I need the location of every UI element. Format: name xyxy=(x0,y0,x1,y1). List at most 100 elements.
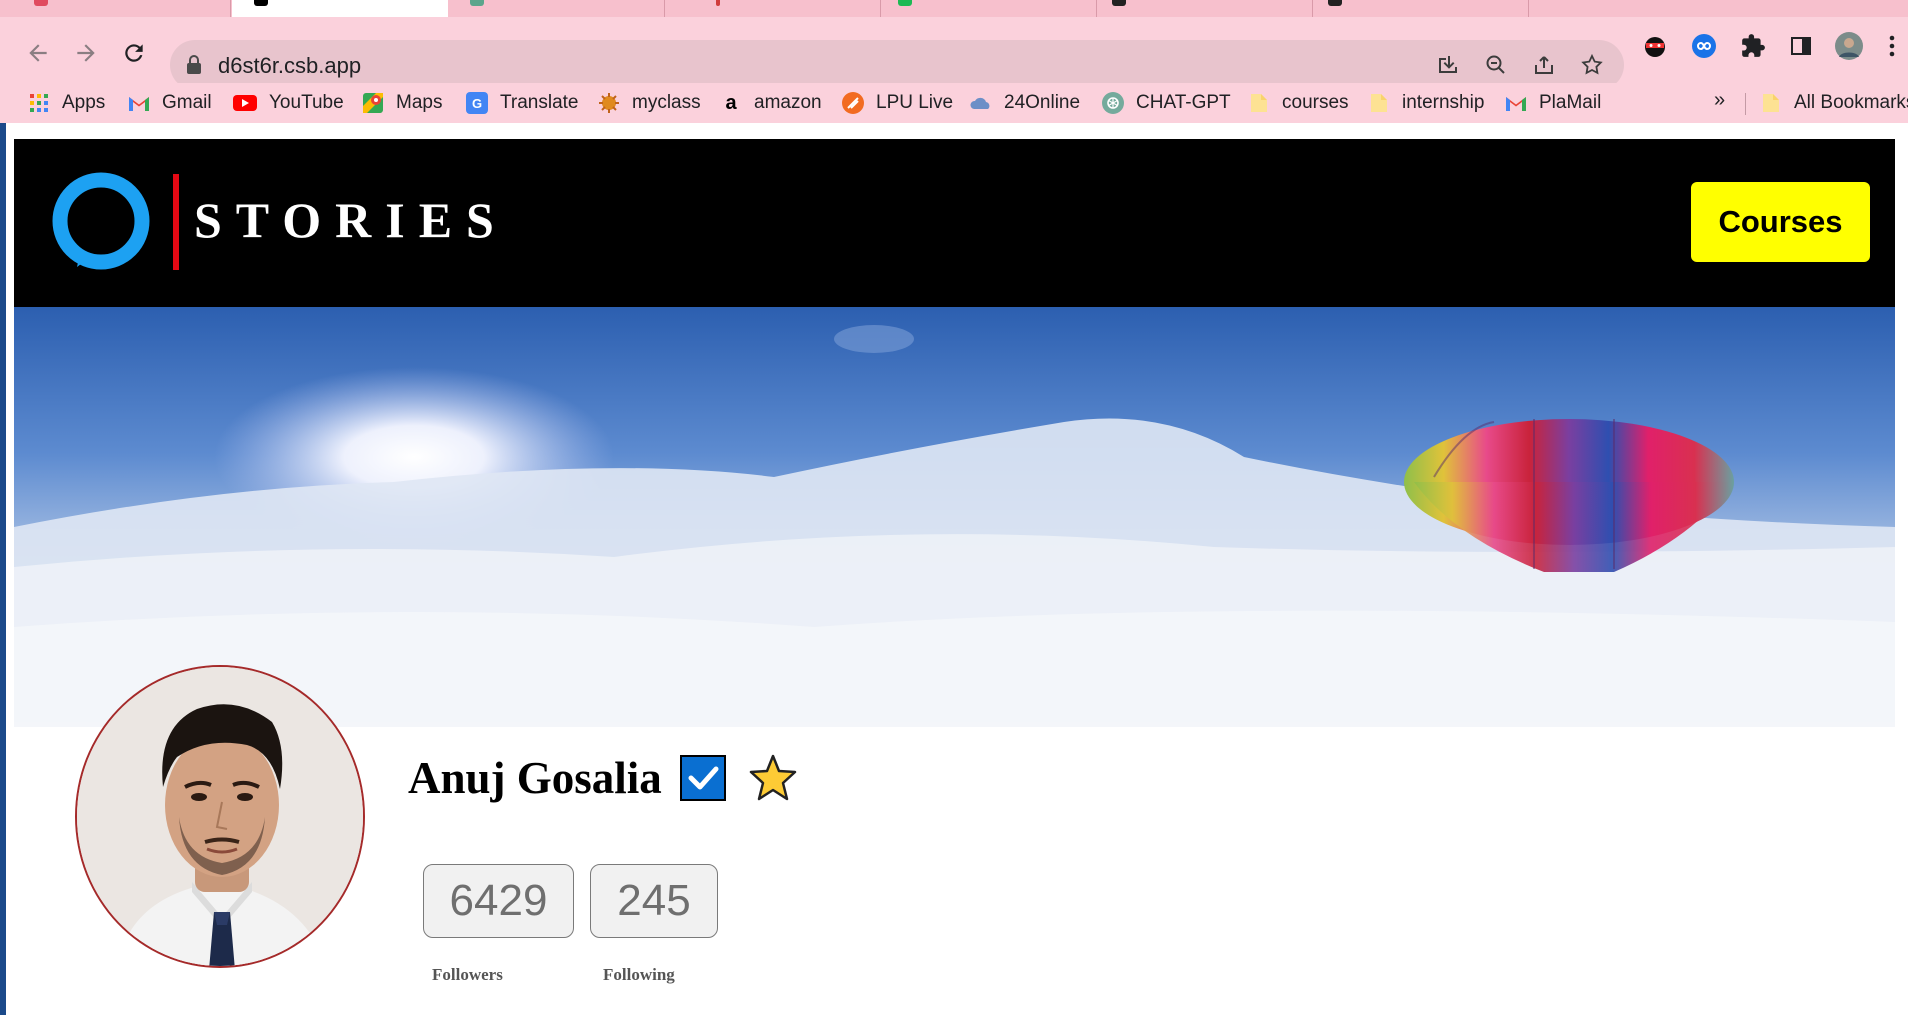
bookmark-gmail[interactable]: Gmail xyxy=(128,89,212,117)
reload-button[interactable] xyxy=(114,33,154,73)
bookmark-label: PlaMail xyxy=(1539,92,1602,113)
tab-favicon-icon xyxy=(1112,0,1126,6)
amazon-icon: a xyxy=(725,91,737,114)
courses-button[interactable]: Courses xyxy=(1691,182,1870,262)
cover-banner-image xyxy=(14,307,1895,727)
browser-tab-active[interactable] xyxy=(232,0,448,17)
forward-button[interactable] xyxy=(66,33,106,73)
site-logo-text[interactable]: STORIES xyxy=(194,191,508,249)
url-text[interactable]: d6st6r.csb.app xyxy=(218,53,361,79)
browser-menu-button[interactable] xyxy=(1880,31,1904,61)
share-icon xyxy=(1535,56,1553,74)
bookmark-label: Translate xyxy=(500,92,579,113)
bookmark-star-button[interactable] xyxy=(1578,51,1606,79)
bookmark-label: amazon xyxy=(754,92,822,113)
bookmark-label: CHAT-GPT xyxy=(1136,92,1231,113)
tab-favicon-icon xyxy=(1328,0,1342,6)
share-button[interactable] xyxy=(1530,51,1558,79)
chatgpt-icon xyxy=(1102,92,1124,114)
ring-logo-icon xyxy=(52,172,150,270)
arrow-right-icon xyxy=(77,44,95,62)
bookmarks-overflow-button[interactable]: » xyxy=(1714,89,1725,112)
bookmark-chat-gpt[interactable]: CHAT-GPT xyxy=(1102,89,1231,117)
apps-grid-icon xyxy=(28,92,50,114)
tab-strip xyxy=(0,0,1908,17)
extensions-button[interactable] xyxy=(1738,31,1768,61)
bookmark-folder-internship[interactable]: internship xyxy=(1368,89,1484,117)
bookmark-folder-courses[interactable]: courses xyxy=(1248,89,1349,117)
bookmark-translate[interactable]: G Translate xyxy=(466,89,579,117)
install-app-button[interactable] xyxy=(1434,51,1462,79)
followers-count-box[interactable]: 6429 xyxy=(423,864,574,938)
bookmark-lpu-live[interactable]: LPU Live xyxy=(842,89,953,117)
bookmark-label: YouTube xyxy=(269,92,344,113)
extension-infinity-button[interactable] xyxy=(1689,31,1719,61)
bookmarks-divider xyxy=(1745,93,1746,115)
infinity-extension-icon xyxy=(1692,34,1716,58)
bookmarks-bar: Apps Gmail YouTube Maps G Translate mycl… xyxy=(0,83,1908,123)
bookmark-label: Gmail xyxy=(162,92,212,113)
bookmark-maps[interactable]: Maps xyxy=(362,89,442,117)
logo-divider xyxy=(173,174,179,270)
myclass-icon xyxy=(598,92,620,114)
extension-ninja-button[interactable] xyxy=(1640,31,1670,61)
maps-icon xyxy=(362,92,384,114)
folder-icon xyxy=(1248,92,1270,114)
browser-tab[interactable] xyxy=(450,0,665,17)
folder-icon xyxy=(1368,92,1390,114)
lpu-live-icon xyxy=(842,92,864,114)
profile-avatar-button[interactable] xyxy=(1834,31,1864,61)
browser-tab[interactable] xyxy=(0,0,231,17)
translate-icon: G xyxy=(466,92,488,114)
bookmark-label: courses xyxy=(1282,92,1349,113)
bookmark-amazon[interactable]: a amazon xyxy=(720,89,822,117)
cloud-icon xyxy=(970,92,992,114)
install-icon xyxy=(1439,56,1457,73)
gmail-icon xyxy=(128,92,150,114)
folder-icon xyxy=(1760,92,1782,114)
bookmark-label: Apps xyxy=(62,92,106,113)
tab-favicon-icon xyxy=(716,0,720,6)
followers-label: Followers xyxy=(432,965,503,984)
window-edge xyxy=(0,123,6,1015)
zoom-button[interactable] xyxy=(1482,51,1510,79)
zoom-out-icon xyxy=(1486,55,1505,74)
side-panel-icon xyxy=(1791,37,1811,55)
bookmark-all-bookmarks[interactable]: All Bookmarks xyxy=(1760,89,1908,117)
puzzle-icon xyxy=(1742,34,1765,57)
gmail-icon xyxy=(1505,92,1527,114)
tab-favicon-icon xyxy=(470,0,484,6)
following-label: Following xyxy=(603,965,675,984)
bookmark-myclass[interactable]: myclass xyxy=(598,89,701,117)
browser-tab[interactable] xyxy=(666,0,881,17)
ninja-extension-icon xyxy=(1645,37,1665,57)
bookmark-24online[interactable]: 24Online xyxy=(970,89,1080,117)
bookmark-label: All Bookmarks xyxy=(1794,92,1908,113)
bookmark-label: 24Online xyxy=(1004,92,1081,113)
tab-favicon-icon xyxy=(898,0,912,6)
tab-favicon-icon xyxy=(34,0,48,6)
site-header: STORIES Courses xyxy=(14,139,1895,307)
more-vert-icon xyxy=(1889,35,1895,57)
browser-tab[interactable] xyxy=(1098,0,1313,17)
tab-favicon-icon xyxy=(254,0,268,6)
check-box-icon xyxy=(679,755,726,801)
profile-avatar-icon xyxy=(1835,32,1863,60)
back-button[interactable] xyxy=(18,33,58,73)
bookmark-plamail[interactable]: PlaMail xyxy=(1505,89,1601,117)
star-icon xyxy=(749,754,797,801)
lock-icon xyxy=(187,55,201,74)
browser-tab[interactable] xyxy=(1314,0,1529,17)
following-count-box[interactable]: 245 xyxy=(590,864,718,938)
browser-tab[interactable] xyxy=(882,0,1097,17)
bookmark-apps[interactable]: Apps xyxy=(28,89,105,117)
bookmark-label: Maps xyxy=(396,92,443,113)
bookmark-youtube[interactable]: YouTube xyxy=(233,89,344,117)
reload-icon xyxy=(125,44,143,62)
bookmark-label: internship xyxy=(1402,92,1485,113)
side-panel-button[interactable] xyxy=(1786,31,1816,61)
youtube-icon xyxy=(233,95,257,111)
bookmark-label: myclass xyxy=(632,92,701,113)
star-outline-icon xyxy=(1581,53,1603,75)
arrow-left-icon xyxy=(29,44,47,62)
